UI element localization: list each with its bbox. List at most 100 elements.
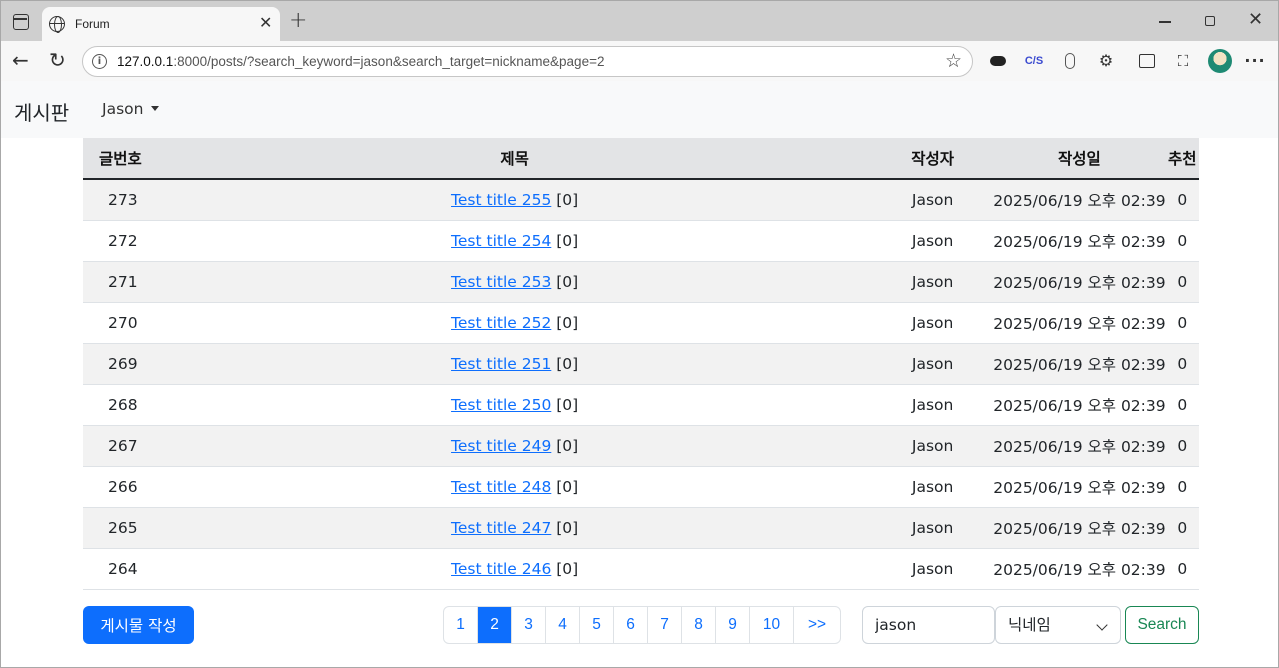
cs-extension-icon[interactable]: C/S (1023, 50, 1045, 72)
table-row: 269 Test title 251 [0] Jason 2025/06/19 오후 … (83, 343, 1199, 385)
comment-count: [0] (556, 395, 579, 414)
globe-icon (49, 16, 65, 33)
cell-title: Test title 255 [0] (157, 179, 872, 221)
maximize-icon[interactable] (1205, 16, 1215, 26)
sidebar-toggle-icon[interactable] (13, 14, 29, 30)
post-title-link[interactable]: Test title 246 (451, 560, 551, 578)
table-row: 273 Test title 255 [0] Jason 2025/06/19 오후 … (83, 179, 1199, 221)
cell-writer: Jason (871, 507, 994, 549)
table-row: 266 Test title 248 [0] Jason 2025/06/19 오후 … (83, 466, 1199, 508)
address-bar[interactable]: i 127.0.0.1:8000/posts/?search_keyword=j… (82, 46, 973, 77)
cell-date: 2025/06/19 오후 02:39 (993, 384, 1166, 426)
more-menu-icon[interactable]: ··· (1244, 50, 1266, 72)
caret-down-icon (151, 106, 160, 111)
pagination: 1 2 3 4 5 6 7 8 9 10 >> (443, 606, 841, 644)
cell-title: Test title 247 [0] (157, 507, 872, 549)
page-link-3[interactable]: 3 (512, 607, 546, 643)
page-link-6[interactable]: 6 (614, 607, 648, 643)
page-link-1[interactable]: 1 (444, 607, 478, 643)
user-dropdown[interactable]: Jason (102, 100, 160, 118)
browser-tab[interactable]: Forum ✕ (42, 7, 280, 42)
cell-no: 270 (83, 302, 158, 344)
cell-title: Test title 250 [0] (157, 384, 872, 426)
header-recommend: 추천 (1165, 138, 1199, 180)
post-title-link[interactable]: Test title 253 (451, 273, 551, 291)
page-link-7[interactable]: 7 (648, 607, 682, 643)
address-url[interactable]: 127.0.0.1:8000/posts/?search_keyword=jas… (117, 54, 604, 69)
cell-no: 266 (83, 466, 158, 508)
cell-title: Test title 249 [0] (157, 425, 872, 467)
header-date: 작성일 (993, 138, 1166, 180)
cell-title: Test title 251 [0] (157, 343, 872, 385)
cell-writer: Jason (871, 261, 994, 303)
window-close-icon[interactable]: ✕ (1248, 10, 1263, 30)
search-input[interactable] (862, 606, 995, 644)
profile-avatar[interactable] (1208, 49, 1232, 73)
url-path: :8000/posts/?search_keyword=jason&search… (173, 54, 605, 69)
cell-recommend: 0 (1165, 425, 1199, 467)
page-link-4[interactable]: 4 (546, 607, 580, 643)
posts-table: 글번호 제목 작성자 작성일 추천 273 Test title 255 [0] J… (83, 138, 1199, 590)
cell-no: 273 (83, 179, 158, 221)
navbar-brand[interactable]: 게시판 (14, 97, 69, 126)
cell-writer: Jason (871, 425, 994, 467)
table-row: 270 Test title 252 [0] Jason 2025/06/19 오후 … (83, 302, 1199, 344)
cell-recommend: 0 (1165, 302, 1199, 344)
post-title-link[interactable]: Test title 251 (451, 355, 551, 373)
cell-no: 267 (83, 425, 158, 467)
cell-recommend: 0 (1165, 466, 1199, 508)
post-title-link[interactable]: Test title 249 (451, 437, 551, 455)
post-title-link[interactable]: Test title 250 (451, 396, 551, 414)
post-title-link[interactable]: Test title 255 (451, 191, 551, 209)
page-next-link[interactable]: >> (794, 607, 840, 643)
write-post-button[interactable]: 게시물 작성 (83, 606, 194, 644)
post-title-link[interactable]: Test title 252 (451, 314, 551, 332)
post-title-link[interactable]: Test title 248 (451, 478, 551, 496)
page-link-8[interactable]: 8 (682, 607, 716, 643)
extensions-puzzle-icon[interactable]: ⚙ (1095, 50, 1117, 72)
cell-writer: Jason (871, 179, 994, 221)
site-info-icon[interactable]: i (92, 54, 107, 69)
comment-count: [0] (556, 477, 579, 496)
minimize-icon[interactable] (1159, 21, 1171, 23)
cell-date: 2025/06/19 오후 02:39 (993, 548, 1166, 590)
cell-recommend: 0 (1165, 343, 1199, 385)
page-link-10[interactable]: 10 (750, 607, 794, 643)
tab-close-icon[interactable]: ✕ (259, 15, 272, 31)
search-button[interactable]: Search (1125, 606, 1199, 644)
header-no: 글번호 (83, 138, 158, 180)
page-link-2[interactable]: 2 (478, 607, 512, 643)
comment-count: [0] (556, 313, 579, 332)
incognito-mask-icon[interactable] (987, 50, 1009, 72)
comment-count: [0] (556, 354, 579, 373)
comment-count: [0] (556, 231, 579, 250)
new-tab-icon[interactable]: + (289, 10, 307, 32)
cell-recommend: 0 (1165, 220, 1199, 262)
cell-writer: Jason (871, 548, 994, 590)
pill-extension-icon[interactable] (1059, 50, 1081, 72)
cell-writer: Jason (871, 343, 994, 385)
reload-icon[interactable]: ↻ (49, 49, 66, 71)
screenshot-icon[interactable]: ⛶ (1172, 50, 1194, 72)
cell-date: 2025/06/19 오후 02:39 (993, 507, 1166, 549)
search-target-select[interactable]: 닉네임 (995, 606, 1121, 644)
page-link-9[interactable]: 9 (716, 607, 750, 643)
split-screen-icon[interactable] (1136, 50, 1158, 72)
cell-no: 269 (83, 343, 158, 385)
comment-count: [0] (556, 559, 579, 578)
cell-writer: Jason (871, 220, 994, 262)
url-host: 127.0.0.1 (117, 54, 174, 69)
post-title-link[interactable]: Test title 254 (451, 232, 551, 250)
site-navbar: 게시판 Jason (1, 81, 1278, 138)
header-title: 제목 (157, 138, 872, 180)
post-title-link[interactable]: Test title 247 (451, 519, 551, 537)
favorite-star-icon[interactable]: ☆ (945, 50, 962, 72)
cell-recommend: 0 (1165, 507, 1199, 549)
cell-date: 2025/06/19 오후 02:39 (993, 343, 1166, 385)
cell-date: 2025/06/19 오후 02:39 (993, 179, 1166, 221)
page-content: 게시판 Jason 글번호 제목 작성자 작성일 추천 273 Test titl… (0, 81, 1279, 668)
table-row: 272 Test title 254 [0] Jason 2025/06/19 오후 … (83, 220, 1199, 262)
page-link-5[interactable]: 5 (580, 607, 614, 643)
cell-no: 272 (83, 220, 158, 262)
back-arrow-icon[interactable]: ← (12, 49, 29, 71)
